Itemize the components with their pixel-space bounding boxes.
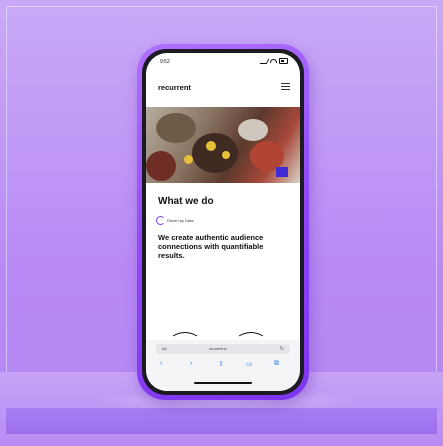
home-indicator — [194, 382, 252, 384]
reload-icon[interactable]: ↻ — [280, 346, 284, 352]
menu-icon[interactable] — [281, 83, 290, 90]
status-time: 9:52 — [160, 59, 170, 65]
share-icon[interactable]: ⇧ — [218, 360, 224, 368]
hero-image — [146, 107, 300, 183]
arc-right-icon — [238, 332, 264, 337]
wifi-icon — [270, 59, 277, 63]
section-title: What we do — [158, 196, 214, 207]
back-icon[interactable]: ‹ — [160, 360, 162, 367]
status-icons — [259, 58, 288, 64]
aa-button[interactable]: AA — [162, 347, 167, 351]
site-logo[interactable]: recurrent — [158, 83, 191, 92]
hero-shape — [184, 155, 193, 164]
site-header: recurrent — [146, 73, 300, 101]
hero-badge — [276, 167, 288, 177]
browser-toolbar: ‹ › ⇧ ▭ ⧉ — [146, 360, 300, 372]
pedestal — [6, 408, 437, 434]
circle-arrow-icon — [156, 216, 165, 225]
url-field[interactable]: AA recurrent.io ↻ — [156, 344, 290, 354]
status-bar: 9:52 — [146, 53, 300, 69]
hero-shape — [146, 151, 176, 181]
hero-shape — [192, 133, 238, 173]
hero-shape — [238, 119, 268, 141]
battery-icon — [279, 58, 288, 64]
browser-bar: AA recurrent.io ↻ ‹ › ⇧ ▭ ⧉ — [146, 340, 300, 391]
arrow-decorations — [146, 329, 300, 339]
hero-shape — [222, 151, 230, 159]
tag-label: Driven by Data — [167, 218, 194, 223]
tabs-icon[interactable]: ⧉ — [274, 360, 279, 368]
signal-icon — [259, 58, 270, 64]
bookmarks-icon[interactable]: ▭ — [246, 360, 253, 368]
body-text: We create authentic audience connections… — [158, 233, 264, 260]
forward-icon[interactable]: › — [190, 360, 192, 367]
tag-row: Driven by Data — [156, 216, 193, 225]
phone-screen: 9:52 recurrent What we do Driven by Data… — [146, 53, 300, 391]
arc-left-icon — [172, 332, 198, 337]
url-text: recurrent.io — [209, 347, 227, 351]
hero-shape — [156, 113, 196, 143]
hero-shape — [206, 141, 216, 151]
